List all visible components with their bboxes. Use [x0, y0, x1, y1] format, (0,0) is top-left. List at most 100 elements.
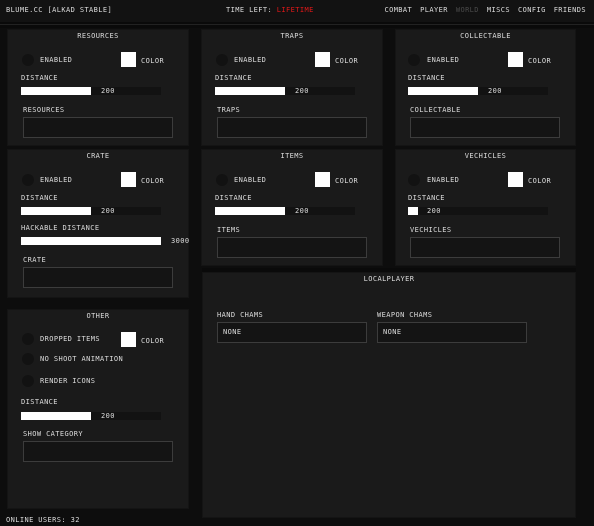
main-nav: COMBAT PLAYER WORLD MISCS CONFIG FRIENDS — [384, 6, 586, 14]
slider-value: 200 — [101, 207, 115, 215]
distance-slider[interactable]: 200 — [215, 87, 355, 95]
time-left-label: TIME LEFT: — [226, 6, 273, 14]
app-title: BLUME.CC [ALKAD STABLE] — [6, 6, 113, 14]
hackable-distance-label: HACKABLE DISTANCE — [21, 224, 100, 232]
tab-combat[interactable]: COMBAT — [384, 6, 412, 14]
slider-value: 200 — [427, 207, 441, 215]
color-swatch[interactable] — [121, 52, 136, 67]
slider-fill — [21, 87, 91, 95]
list-label: RESOURCES — [23, 106, 65, 114]
hackable-distance-slider[interactable]: 3000 — [21, 237, 189, 245]
panel-title: TRAPS — [280, 32, 304, 40]
weapon-chams-dropdown[interactable]: NONE — [377, 322, 527, 343]
distance-slider[interactable]: 200 — [408, 87, 548, 95]
hand-chams-dropdown[interactable]: NONE — [217, 322, 367, 343]
list-label: ITEMS — [217, 226, 241, 234]
dropped-items-toggle[interactable] — [22, 333, 34, 345]
slider-value: 200 — [101, 87, 115, 95]
slider-fill — [21, 237, 161, 245]
panel-items: ITEMS ENABLED COLOR DISTANCE 200 ITEMS — [201, 149, 383, 266]
list-label: TRAPS — [217, 106, 241, 114]
color-label: COLOR — [335, 57, 359, 65]
tab-friends[interactable]: FRIENDS — [554, 6, 586, 14]
resources-list[interactable] — [23, 117, 173, 138]
distance-slider[interactable]: 200 — [21, 87, 161, 95]
tab-world[interactable]: WORLD — [456, 6, 479, 14]
distance-slider[interactable]: 200 — [215, 207, 355, 215]
distance-label: DISTANCE — [21, 398, 58, 406]
vehicles-list[interactable] — [410, 237, 560, 258]
no-shoot-animation-toggle[interactable] — [22, 353, 34, 365]
tab-miscs[interactable]: MISCS — [487, 6, 510, 14]
distance-slider[interactable]: 200 — [408, 207, 548, 215]
collectable-list[interactable] — [410, 117, 560, 138]
hand-chams-label: HAND CHAMS — [217, 311, 264, 319]
weapon-chams-value: NONE — [383, 328, 402, 336]
color-label: COLOR — [335, 177, 359, 185]
color-swatch[interactable] — [508, 172, 523, 187]
panel-title: COLLECTABLE — [460, 32, 511, 40]
distance-label: DISTANCE — [408, 194, 445, 202]
slider-fill — [408, 207, 418, 215]
slider-fill — [215, 87, 285, 95]
panel-resources: RESOURCES ENABLED COLOR DISTANCE 200 RES… — [7, 29, 189, 146]
enabled-label: ENABLED — [234, 176, 267, 184]
enabled-toggle[interactable] — [216, 174, 228, 186]
panel-title: OTHER — [86, 312, 110, 320]
panel-crate: CRATE ENABLED COLOR DISTANCE 200 HACKABL… — [7, 149, 189, 298]
slider-value: 200 — [295, 207, 309, 215]
panel-traps: TRAPS ENABLED COLOR DISTANCE 200 TRAPS — [201, 29, 383, 146]
enabled-label: ENABLED — [427, 176, 460, 184]
slider-value: 3000 — [171, 237, 190, 245]
distance-label: DISTANCE — [21, 74, 58, 82]
items-list[interactable] — [217, 237, 367, 258]
header-divider — [0, 22, 594, 28]
show-category-label: SHOW CATEGORY — [23, 430, 83, 438]
panel-title: CRATE — [86, 152, 110, 160]
panel-collectable: COLLECTABLE ENABLED COLOR DISTANCE 200 C… — [395, 29, 576, 146]
panel-title: RESOURCES — [77, 32, 119, 40]
slider-value: 200 — [295, 87, 309, 95]
enabled-label: ENABLED — [40, 56, 73, 64]
traps-list[interactable] — [217, 117, 367, 138]
color-label: COLOR — [141, 337, 165, 345]
no-shoot-animation-label: NO SHOOT ANIMATION — [40, 355, 124, 363]
color-swatch[interactable] — [315, 172, 330, 187]
online-users: ONLINE USERS: 32 — [6, 516, 80, 524]
enabled-toggle[interactable] — [22, 174, 34, 186]
list-label: VECHICLES — [410, 226, 452, 234]
slider-fill — [21, 412, 91, 420]
list-label: CRATE — [23, 256, 47, 264]
enabled-toggle[interactable] — [408, 54, 420, 66]
hand-chams-value: NONE — [223, 328, 242, 336]
panel-title: LOCALPLAYER — [363, 275, 415, 283]
show-category-list[interactable] — [23, 441, 173, 462]
crate-list[interactable] — [23, 267, 173, 288]
slider-fill — [21, 207, 91, 215]
distance-label: DISTANCE — [21, 194, 58, 202]
tab-config[interactable]: CONFIG — [518, 6, 546, 14]
list-label: COLLECTABLE — [410, 106, 461, 114]
slider-value: 200 — [488, 87, 502, 95]
color-label: COLOR — [528, 177, 552, 185]
color-swatch[interactable] — [121, 332, 136, 347]
color-swatch[interactable] — [121, 172, 136, 187]
enabled-toggle[interactable] — [216, 54, 228, 66]
enabled-toggle[interactable] — [408, 174, 420, 186]
distance-label: DISTANCE — [215, 194, 252, 202]
enabled-toggle[interactable] — [22, 54, 34, 66]
slider-fill — [215, 207, 285, 215]
enabled-label: ENABLED — [234, 56, 267, 64]
panel-title: VECHICLES — [464, 152, 507, 160]
panel-title: ITEMS — [280, 152, 304, 160]
distance-label: DISTANCE — [215, 74, 252, 82]
slider-value: 200 — [101, 412, 115, 420]
color-swatch[interactable] — [315, 52, 330, 67]
color-swatch[interactable] — [508, 52, 523, 67]
panel-localplayer: LOCALPLAYER HAND CHAMS NONE WEAPON CHAMS… — [202, 272, 576, 518]
distance-slider[interactable]: 200 — [21, 207, 161, 215]
dropped-items-label: DROPPED ITEMS — [40, 335, 100, 343]
distance-slider[interactable]: 200 — [21, 412, 161, 420]
render-icons-toggle[interactable] — [22, 375, 34, 387]
tab-player[interactable]: PLAYER — [420, 6, 448, 14]
